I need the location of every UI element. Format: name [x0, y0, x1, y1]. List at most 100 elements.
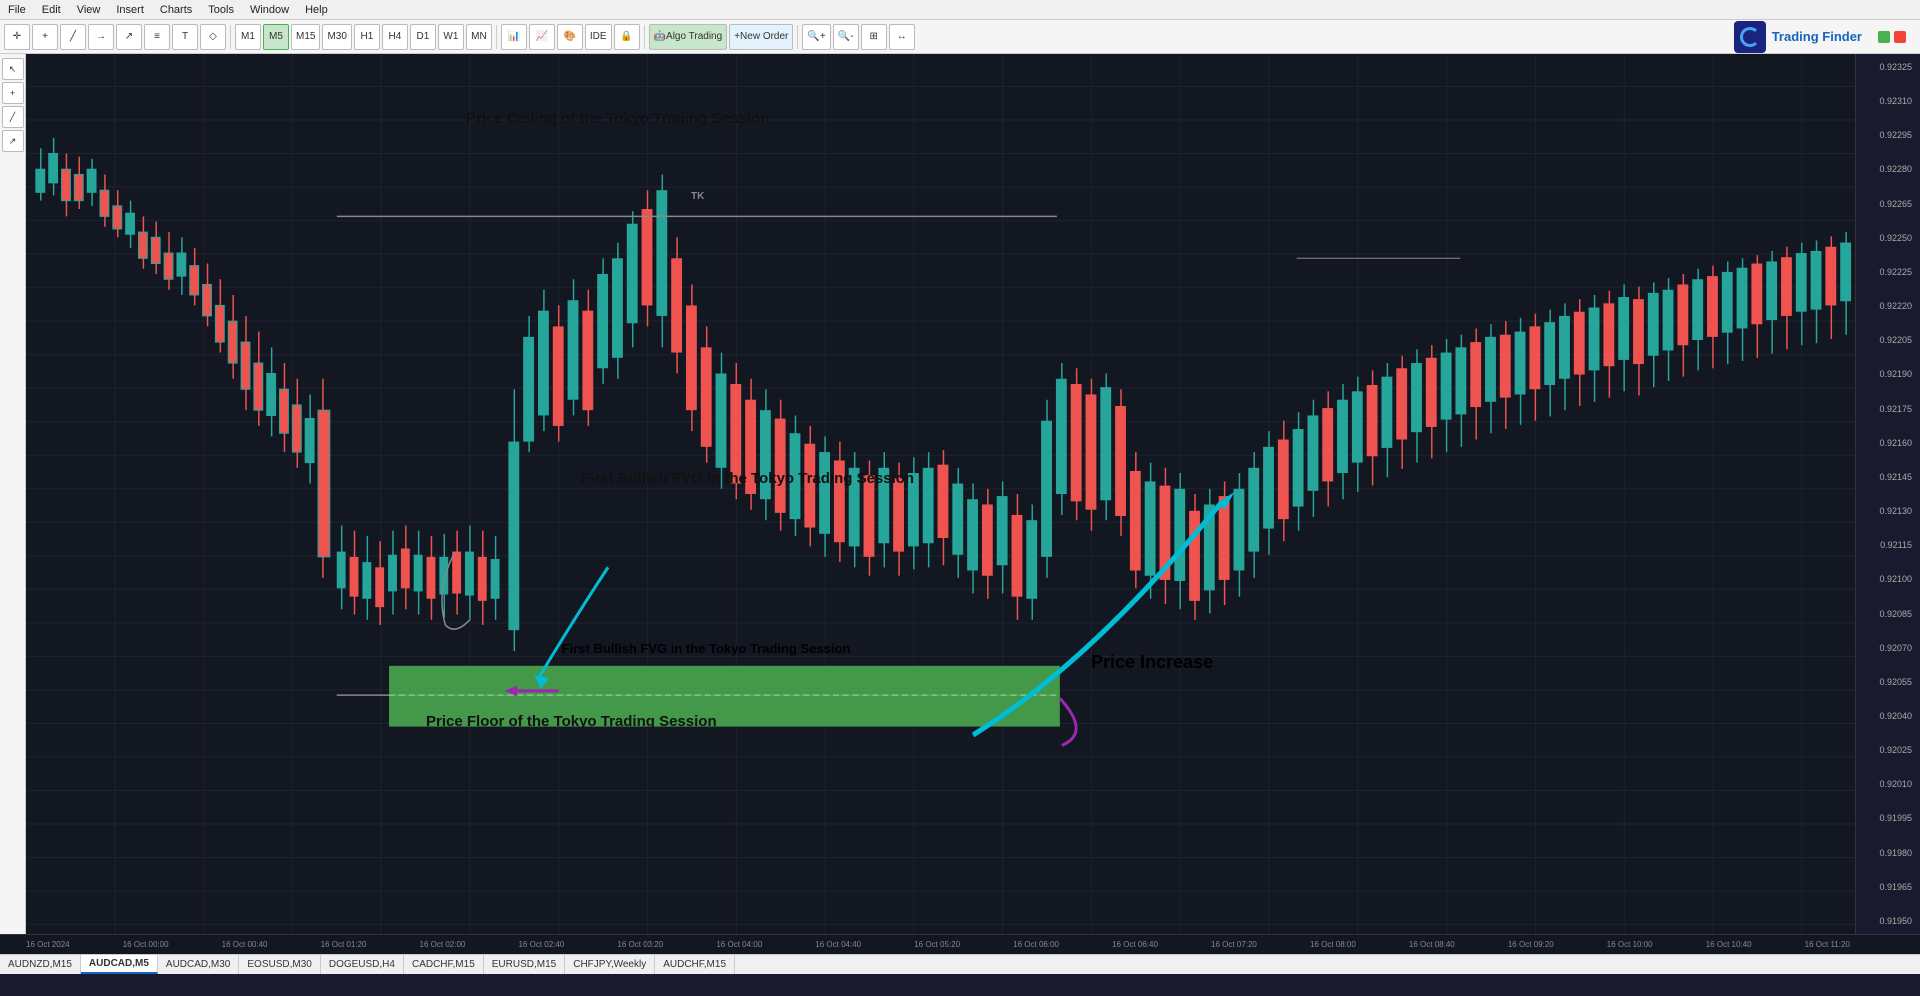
- price-label-25: 0.91965: [1860, 882, 1916, 892]
- scroll-btn[interactable]: ↔: [889, 24, 915, 50]
- tf-logo-text: Trading Finder: [1772, 29, 1862, 44]
- left-toolbar: ↖ + ╱ ↗: [0, 54, 26, 934]
- algo-trading-btn[interactable]: 🤖 Algo Trading: [649, 24, 728, 50]
- tf-m15[interactable]: M15: [291, 24, 320, 50]
- bottom-tabs: AUDNZD,M15 AUDCAD,M5 AUDCAD,M30 EOSUSD,M…: [0, 954, 1920, 974]
- tf-m1[interactable]: M1: [235, 24, 261, 50]
- tf-h1[interactable]: H1: [354, 24, 380, 50]
- tf-d1[interactable]: D1: [410, 24, 436, 50]
- zoom-in-tool[interactable]: +: [32, 24, 58, 50]
- separator-2: [496, 25, 497, 49]
- price-label-12: 0.92160: [1860, 438, 1916, 448]
- indicators-btn[interactable]: 📈: [529, 24, 555, 50]
- menu-insert[interactable]: Insert: [108, 4, 152, 16]
- time-label-13: 16 Oct 08:00: [1310, 940, 1356, 949]
- time-label-10: 16 Oct 06:00: [1013, 940, 1059, 949]
- time-label-9: 16 Oct 05:20: [914, 940, 960, 949]
- lock-btn[interactable]: 🔒: [614, 24, 640, 50]
- time-label-5: 16 Oct 02:40: [518, 940, 564, 949]
- time-label-15: 16 Oct 09:20: [1508, 940, 1554, 949]
- ide-btn[interactable]: IDE: [585, 24, 612, 50]
- line-tool[interactable]: ╱: [60, 24, 86, 50]
- price-label-23: 0.91995: [1860, 813, 1916, 823]
- price-label-15: 0.92115: [1860, 540, 1916, 550]
- tab-audnzd[interactable]: AUDNZD,M15: [0, 955, 81, 974]
- time-label-14: 16 Oct 08:40: [1409, 940, 1455, 949]
- price-label-5: 0.92265: [1860, 199, 1916, 209]
- tf-w1[interactable]: W1: [438, 24, 464, 50]
- time-label-6: 16 Oct 03:20: [617, 940, 663, 949]
- price-label-7: 0.92225: [1860, 267, 1916, 277]
- tab-audchf[interactable]: AUDCHF,M15: [655, 955, 735, 974]
- tab-chfjpy[interactable]: CHFJPY,Weekly: [565, 955, 655, 974]
- price-label-14: 0.92130: [1860, 506, 1916, 516]
- menu-bar: File Edit View Insert Charts Tools Windo…: [0, 0, 1920, 20]
- grid-btn[interactable]: ⊞: [861, 24, 887, 50]
- zoom-out-btn[interactable]: 🔍-: [833, 24, 859, 50]
- arrow-tool[interactable]: ↗: [116, 24, 142, 50]
- menu-view[interactable]: View: [69, 4, 109, 16]
- menu-charts[interactable]: Charts: [152, 4, 200, 16]
- time-label-3: 16 Oct 01:20: [321, 940, 367, 949]
- tab-dogeusd[interactable]: DOGEUSD,H4: [321, 955, 404, 974]
- chart-area: ↖ + ╱ ↗ AUDCAD, M5: Australian Dollar vs…: [0, 54, 1920, 934]
- menu-tools[interactable]: Tools: [200, 4, 242, 16]
- price-axis: 0.92325 0.92310 0.92295 0.92280 0.92265 …: [1855, 54, 1920, 934]
- menu-window[interactable]: Window: [242, 4, 297, 16]
- toolbar: ✛ + ╱ → ↗ ≡ T ◇ M1 M5 M15 M30 H1 H4 D1 W…: [0, 20, 1920, 54]
- price-label-24: 0.91980: [1860, 848, 1916, 858]
- price-label-9: 0.92205: [1860, 335, 1916, 345]
- crosshair-v[interactable]: +: [2, 82, 24, 104]
- tf-h4[interactable]: H4: [382, 24, 408, 50]
- price-label-16: 0.92100: [1860, 574, 1916, 584]
- tab-eosusd[interactable]: EOSUSD,M30: [239, 955, 320, 974]
- time-label-8: 16 Oct 04:40: [815, 940, 861, 949]
- chart-type-btn[interactable]: 📊: [501, 24, 527, 50]
- time-axis: 16 Oct 2024 16 Oct 00:00 16 Oct 00:40 16…: [0, 934, 1920, 954]
- time-label-1: 16 Oct 00:00: [123, 940, 169, 949]
- text-tool[interactable]: T: [172, 24, 198, 50]
- menu-edit[interactable]: Edit: [34, 4, 69, 16]
- price-label-26: 0.91950: [1860, 916, 1916, 926]
- price-label-8: 0.92220: [1860, 301, 1916, 311]
- time-label-12: 16 Oct 07:20: [1211, 940, 1257, 949]
- line-v[interactable]: ╱: [2, 106, 24, 128]
- separator-4: [797, 25, 798, 49]
- shapes-tool[interactable]: ◇: [200, 24, 226, 50]
- menu-help[interactable]: Help: [297, 4, 336, 16]
- tf-mn[interactable]: MN: [466, 24, 492, 50]
- tab-cadchf[interactable]: CADCHF,M15: [404, 955, 484, 974]
- price-label-6: 0.92250: [1860, 233, 1916, 243]
- price-label-2: 0.92310: [1860, 96, 1916, 106]
- chart-main[interactable]: AUDCAD, M5: Australian Dollar vs Canadia…: [26, 54, 1855, 934]
- new-order-btn[interactable]: + New Order: [729, 24, 793, 50]
- price-label-13: 0.92145: [1860, 472, 1916, 482]
- price-label-11: 0.92175: [1860, 404, 1916, 414]
- time-label-18: 16 Oct 11:20: [1805, 940, 1850, 949]
- tab-audcad-m5[interactable]: AUDCAD,M5: [81, 955, 158, 974]
- arrow-v[interactable]: ↗: [2, 130, 24, 152]
- ray-tool[interactable]: →: [88, 24, 114, 50]
- color-btn[interactable]: 🎨: [557, 24, 583, 50]
- price-label-22: 0.92010: [1860, 779, 1916, 789]
- tab-eurusd[interactable]: EURUSD,M15: [484, 955, 565, 974]
- time-label-7: 16 Oct 04:00: [716, 940, 762, 949]
- price-label-19: 0.92055: [1860, 677, 1916, 687]
- price-label-21: 0.92025: [1860, 745, 1916, 755]
- crosshair-tool[interactable]: ✛: [4, 24, 30, 50]
- channel-tool[interactable]: ≡: [144, 24, 170, 50]
- tf-m30[interactable]: M30: [322, 24, 351, 50]
- separator-1: [230, 25, 231, 49]
- tf-m5[interactable]: M5: [263, 24, 289, 50]
- trading-finder-logo: Trading Finder: [1734, 21, 1906, 53]
- time-label-16: 16 Oct 10:00: [1607, 940, 1653, 949]
- tab-audcad-m30[interactable]: AUDCAD,M30: [158, 955, 239, 974]
- cursor-tool[interactable]: ↖: [2, 58, 24, 80]
- zoom-btn[interactable]: 🔍+: [802, 24, 830, 50]
- time-label-2: 16 Oct 00:40: [222, 940, 268, 949]
- price-label-20: 0.92040: [1860, 711, 1916, 721]
- separator-3: [644, 25, 645, 49]
- time-label-17: 16 Oct 10:40: [1706, 940, 1752, 949]
- menu-file[interactable]: File: [0, 4, 34, 16]
- time-label-11: 16 Oct 06:40: [1112, 940, 1158, 949]
